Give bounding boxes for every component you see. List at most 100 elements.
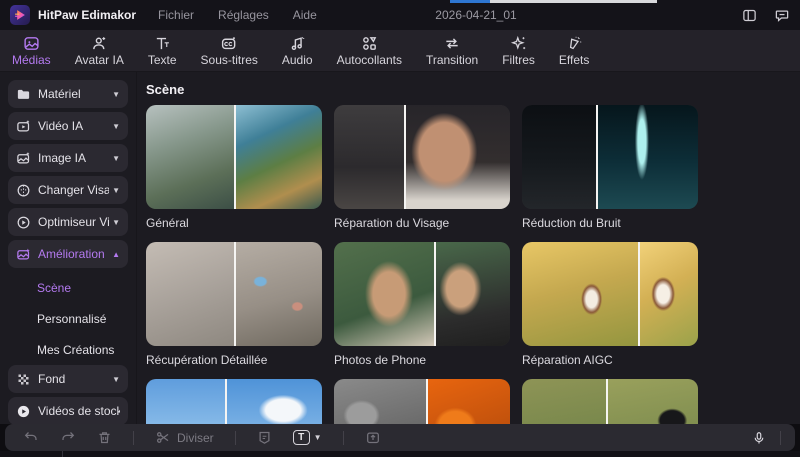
sidebar-item-materiel[interactable]: Matériel ▼ <box>8 80 128 108</box>
sidebar-item-label: Optimiseur Vi... <box>38 215 110 229</box>
toolbar-divider <box>234 430 236 445</box>
filters-icon <box>510 35 527 52</box>
tab-medias[interactable]: Médias <box>12 35 51 67</box>
tab-label: Autocollants <box>336 52 402 67</box>
tab-sous-titres[interactable]: Sous-titres <box>201 35 258 67</box>
tab-avatar-ia[interactable]: Avatar IA <box>75 35 124 67</box>
sidebar-item-videos-de-stock[interactable]: Vidéos de stock <box>8 397 128 424</box>
sidebar-item-optimiseur-video[interactable]: Optimiseur Vi... ▼ <box>8 208 128 236</box>
marker-badge-icon[interactable] <box>257 430 272 445</box>
chevron-down-icon: ▼ <box>112 89 120 99</box>
chevron-up-icon: ▲ <box>112 249 120 259</box>
section-title: Scène <box>146 82 185 97</box>
chevron-down-icon: ▼ <box>112 185 120 195</box>
after-half <box>638 242 698 346</box>
text-tool-button[interactable]: T ▼ <box>292 430 322 445</box>
before-half <box>334 105 405 209</box>
thumbnail-before-after <box>146 105 322 209</box>
sidebar-item-video-ia[interactable]: Vidéo IA ▼ <box>8 112 128 140</box>
tab-filtres[interactable]: Filtres <box>502 35 535 67</box>
undo-button[interactable] <box>23 430 39 445</box>
after-half <box>595 105 698 209</box>
split-button[interactable]: Diviser <box>155 430 214 445</box>
progress-blue-segment <box>450 0 490 3</box>
card-row3-3[interactable] <box>522 379 698 424</box>
layout-panel-icon[interactable] <box>741 8 758 23</box>
tab-label: Effets <box>558 52 590 67</box>
before-half <box>146 105 234 209</box>
split-line <box>595 105 598 209</box>
project-name: 2026-04-21_01 <box>435 8 517 22</box>
tab-effets[interactable]: Effets <box>559 35 589 67</box>
card-recuperation-detaillee[interactable]: Récupération Détaillée <box>146 242 322 367</box>
tab-texte[interactable]: Texte <box>148 35 177 67</box>
split-button-label: Diviser <box>177 430 214 445</box>
sidebar-subitem-scene[interactable]: Scène <box>0 272 136 303</box>
transition-icon <box>443 35 461 52</box>
enhance-icon <box>16 247 32 262</box>
chevron-down-icon: ▼ <box>313 433 322 442</box>
chevron-down-icon: ▼ <box>112 153 120 163</box>
tab-audio[interactable]: Audio <box>282 35 313 67</box>
card-label: Réparation du Visage <box>334 216 450 230</box>
thumbnail-before-after <box>522 105 698 209</box>
microphone-icon[interactable] <box>752 430 766 446</box>
sidebar-item-fond[interactable]: Fond ▼ <box>8 365 128 393</box>
chevron-down-icon: ▼ <box>112 374 120 384</box>
top-progress-bar <box>450 0 657 3</box>
card-reparation-visage[interactable]: Réparation du Visage <box>334 105 510 230</box>
thumbnail-before-after <box>522 379 698 424</box>
split-line <box>434 242 437 346</box>
redo-button[interactable] <box>60 430 76 445</box>
card-general[interactable]: Général <box>146 105 322 230</box>
before-half <box>146 242 234 346</box>
after-half <box>234 105 322 209</box>
audio-icon <box>289 35 306 52</box>
split-line <box>234 105 236 209</box>
sidebar-item-image-ia[interactable]: Image IA ▼ <box>8 144 128 172</box>
export-to-timeline-button[interactable] <box>365 430 381 445</box>
card-row3-1[interactable] <box>146 379 322 424</box>
menubar: HitPaw Edimakor Fichier Réglages Aide 20… <box>0 0 800 30</box>
tab-transition[interactable]: Transition <box>426 35 478 67</box>
content-panel: Scène Général Réparation du Visage Réduc… <box>137 72 800 424</box>
card-photos-de-phone[interactable]: Photos de Phone <box>334 242 510 367</box>
card-reduction-bruit[interactable]: Réduction du Bruit <box>522 105 698 230</box>
sidebar-subitem-mes-creations[interactable]: Mes Créations <box>0 334 136 365</box>
thumbnail-before-after <box>522 242 698 346</box>
sidebar-item-changer-visage[interactable]: Changer Visa... ▼ <box>8 176 128 204</box>
sidebar-item-amelioration[interactable]: Amélioration ... ▲ <box>8 240 128 268</box>
sidebar-subitem-personnalise[interactable]: Personnalisé <box>0 303 136 334</box>
feedback-comment-icon[interactable] <box>774 8 790 23</box>
delete-button[interactable] <box>97 430 112 445</box>
tab-autocollants[interactable]: Autocollants <box>337 35 402 67</box>
after-half <box>234 242 322 346</box>
toolbar-divider <box>133 430 134 445</box>
before-half <box>522 105 596 209</box>
split-line <box>404 105 407 209</box>
sidebar-item-label: Vidéos de stock <box>38 404 120 418</box>
after-half <box>606 379 698 424</box>
effects-icon <box>566 35 583 52</box>
timeline-edge-strip <box>0 451 800 457</box>
menu-reglages[interactable]: Réglages <box>218 8 269 22</box>
sidebar-item-label: Changer Visa... <box>38 183 109 197</box>
card-row3-2[interactable] <box>334 379 510 424</box>
optimizer-icon <box>16 215 32 230</box>
tab-label: Transition <box>425 52 479 67</box>
stickers-icon <box>361 35 378 52</box>
card-reparation-aigc[interactable]: Réparation AIGC <box>522 242 698 367</box>
sidebar-item-label: Matériel <box>38 87 81 101</box>
ai-image-icon <box>16 151 32 166</box>
tab-label: Sous-titres <box>200 52 258 67</box>
menu-fichier[interactable]: Fichier <box>158 8 194 22</box>
timeline-toolbar: Diviser T ▼ <box>5 424 795 451</box>
menu-aide[interactable]: Aide <box>293 8 317 22</box>
app-title: HitPaw Edimakor <box>38 8 137 22</box>
before-half <box>146 379 226 424</box>
thumbnail-before-after <box>334 242 510 346</box>
chevron-down-icon: ▼ <box>112 121 120 131</box>
subtitles-icon <box>220 35 238 52</box>
before-half <box>522 379 607 424</box>
card-label: Photos de Phone <box>334 353 427 367</box>
